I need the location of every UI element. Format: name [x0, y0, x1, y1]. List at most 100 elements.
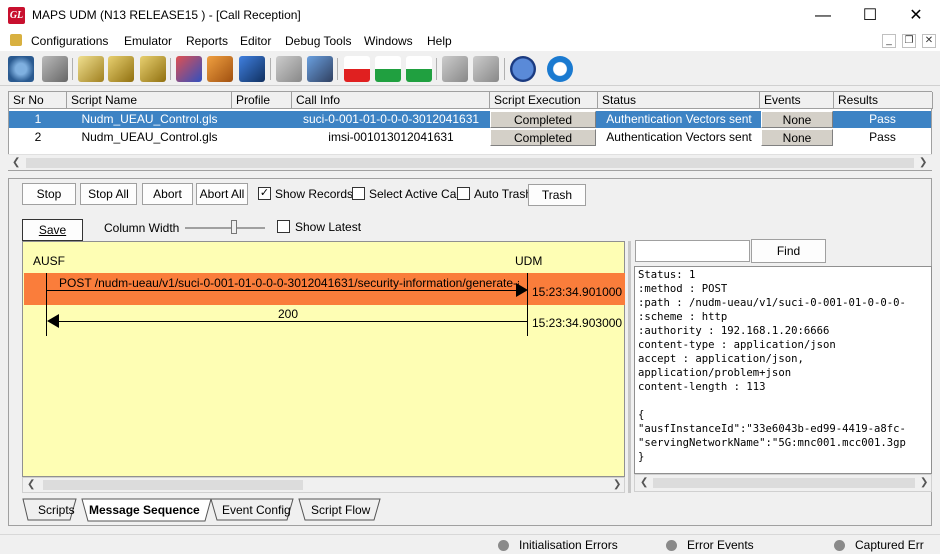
stop-button[interactable]: Stop: [22, 183, 76, 205]
message-timestamp: 15:23:34.903000: [532, 316, 623, 330]
page-p-icon[interactable]: [406, 56, 432, 82]
sequence-horizontal-scrollbar[interactable]: ❮ ❯: [22, 477, 625, 493]
cell-script-name: Nudm_UEAU_Control.gls: [81, 112, 218, 126]
cell-profile: [232, 129, 292, 146]
grid-horizontal-scrollbar[interactable]: ❮ ❯: [8, 154, 932, 170]
scroll-left-arrow-icon[interactable]: ❮: [27, 479, 35, 490]
scrollbar-thumb[interactable]: [653, 478, 915, 488]
stop-all-button[interactable]: Stop All: [80, 183, 137, 205]
toolbar: [0, 52, 940, 86]
script-folder-icon[interactable]: [108, 56, 134, 82]
scroll-right-arrow-icon[interactable]: ❯: [919, 157, 927, 168]
cell-events[interactable]: None: [761, 129, 833, 146]
scroll-left-arrow-icon[interactable]: ❮: [640, 477, 648, 488]
scroll-right-arrow-icon[interactable]: ❯: [920, 477, 928, 488]
menu-reports[interactable]: Reports: [186, 33, 228, 49]
cell-script-execution: Completed: [490, 129, 596, 146]
table-row[interactable]: 1 Nudm_UEAU_Control.gls suci-0-001-01-0-…: [9, 111, 931, 128]
col-header-status[interactable]: Status: [598, 92, 760, 109]
scroll-left-arrow-icon[interactable]: ❮: [12, 157, 20, 168]
mdi-child-icon[interactable]: [10, 34, 22, 46]
find-button[interactable]: Find: [751, 239, 826, 263]
menu-windows[interactable]: Windows: [364, 33, 413, 49]
raw-horizontal-scrollbar[interactable]: ❮ ❯: [634, 474, 932, 492]
scrollbar-thumb[interactable]: [26, 158, 914, 168]
toolbar-separator: [170, 58, 171, 80]
show-latest-label: Show Latest: [295, 220, 362, 234]
menu-emulator[interactable]: Emulator: [124, 33, 172, 49]
user-lock-icon[interactable]: [239, 56, 265, 82]
captured-errors-label[interactable]: Captured Err: [855, 538, 924, 552]
disconnect-icon[interactable]: [473, 56, 499, 82]
trash-button[interactable]: Trash: [528, 184, 586, 206]
menu-configurations[interactable]: Configurations: [31, 33, 108, 49]
maximize-button[interactable]: ☐: [847, 0, 893, 31]
find-input[interactable]: [635, 240, 750, 262]
cell-profile: [232, 111, 292, 128]
menu-editor[interactable]: Editor: [240, 33, 271, 49]
raw-message-text: Status: 1:method : POST:path : /nudm-uea…: [638, 268, 906, 464]
page-c-icon[interactable]: [375, 56, 401, 82]
col-header-profile[interactable]: Profile: [232, 92, 292, 109]
abort-all-button[interactable]: Abort All: [196, 183, 248, 205]
select-active-call-checkbox[interactable]: [352, 187, 365, 200]
show-records-checkbox[interactable]: ✓: [258, 187, 271, 200]
title-bar: GL MAPS UDM (N13 RELEASE15 ) - [Call Rec…: [0, 0, 940, 31]
settings-gear-icon[interactable]: [8, 56, 34, 82]
col-header-results[interactable]: Results: [834, 92, 933, 109]
show-latest-checkbox[interactable]: [277, 220, 290, 233]
col-header-sr-no[interactable]: Sr No: [9, 92, 67, 109]
abort-button[interactable]: Abort: [142, 183, 193, 205]
tools-icon[interactable]: [276, 56, 302, 82]
col-header-events[interactable]: Events: [760, 92, 834, 109]
mdi-minimize-button[interactable]: _: [882, 34, 896, 48]
message-label[interactable]: 200: [278, 307, 298, 321]
scroll-right-arrow-icon[interactable]: ❯: [613, 479, 621, 490]
mdi-close-button[interactable]: ✕: [922, 34, 936, 48]
scrollbar-thumb[interactable]: [43, 480, 303, 490]
tab-message-sequence[interactable]: Message Sequence: [89, 503, 200, 517]
cell-script-name: Nudm_UEAU_Control.gls: [81, 130, 218, 144]
raw-line: :authority : 192.168.1.20:6666: [638, 325, 830, 337]
col-header-call-info[interactable]: Call Info: [292, 92, 490, 109]
wizard-icon[interactable]: [307, 56, 333, 82]
profile-icon[interactable]: [176, 56, 202, 82]
script-edit-icon[interactable]: [78, 56, 104, 82]
report-icon[interactable]: [42, 56, 68, 82]
arrow-left-icon: [47, 314, 59, 328]
auto-trash-checkbox[interactable]: [457, 187, 470, 200]
page-d-icon[interactable]: [344, 56, 370, 82]
error-events-label[interactable]: Error Events: [687, 538, 754, 552]
help-icon[interactable]: [510, 56, 536, 82]
message-label[interactable]: POST /nudm-ueau/v1/suci-0-001-01-0-0-0-3…: [59, 276, 519, 290]
cell-results: Pass: [869, 130, 896, 144]
col-header-script-execution[interactable]: Script Execution: [490, 92, 598, 109]
col-header-script-name[interactable]: Script Name: [67, 92, 232, 109]
tab-scripts[interactable]: Scripts: [38, 503, 75, 517]
error-events-led-icon: [666, 540, 677, 551]
show-records-label: Show Records: [275, 187, 354, 201]
connect-icon[interactable]: [442, 56, 468, 82]
arrow-right-icon: [516, 283, 528, 297]
column-width-slider[interactable]: [185, 227, 265, 229]
refresh-icon[interactable]: [547, 56, 573, 82]
minimize-button[interactable]: —: [800, 0, 846, 31]
menu-help[interactable]: Help: [427, 33, 452, 49]
initialisation-errors-label[interactable]: Initialisation Errors: [519, 538, 618, 552]
cell-script-execution: Completed: [490, 111, 596, 128]
slider-thumb[interactable]: [231, 220, 237, 234]
menu-debug-tools[interactable]: Debug Tools: [285, 33, 352, 49]
close-button[interactable]: ✕: [893, 0, 939, 31]
message-timestamp: 15:23:34.901000: [532, 285, 623, 299]
cell-events[interactable]: None: [761, 111, 833, 128]
briefcase-icon[interactable]: [207, 56, 233, 82]
table-row[interactable]: 2 Nudm_UEAU_Control.gls imsi-00101301204…: [9, 129, 931, 146]
mdi-restore-button[interactable]: ❐: [902, 34, 916, 48]
tab-event-config[interactable]: Event Config: [222, 503, 291, 517]
tab-script-flow[interactable]: Script Flow: [311, 503, 370, 517]
script-bundle-icon[interactable]: [140, 56, 166, 82]
save-button[interactable]: Save: [22, 219, 83, 241]
raw-line: Status: 1: [638, 269, 696, 281]
pane-splitter[interactable]: [628, 241, 631, 493]
raw-message-pane[interactable]: Status: 1:method : POST:path : /nudm-uea…: [634, 266, 932, 474]
